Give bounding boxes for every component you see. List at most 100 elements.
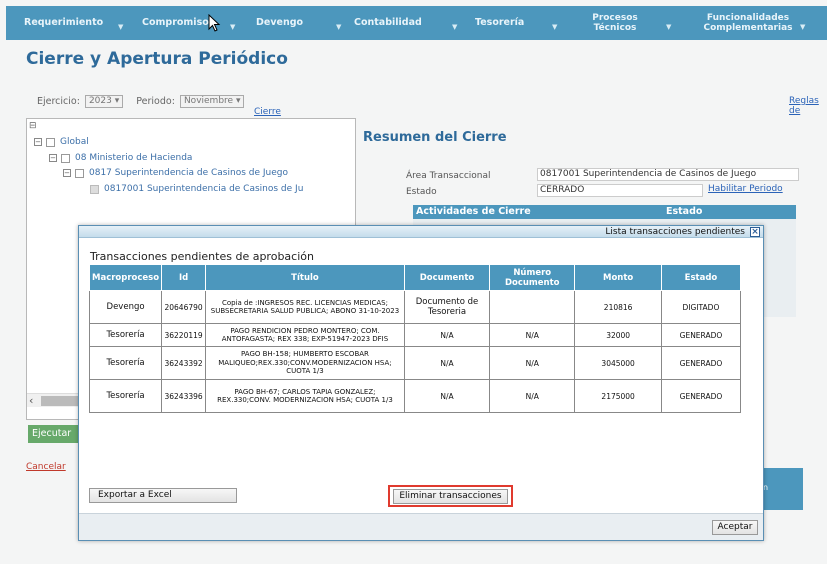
estado-label: Estado bbox=[406, 187, 437, 197]
column-header: Id bbox=[161, 264, 207, 291]
cell-monto: 32000 bbox=[574, 323, 662, 347]
chevron-down-icon: ▼ bbox=[336, 23, 342, 31]
ejercicio-label: Ejercicio: bbox=[37, 96, 80, 107]
cell-estado: GENERADO bbox=[660, 346, 742, 380]
checkbox[interactable] bbox=[61, 153, 70, 163]
cell-estado: GENERADO bbox=[660, 379, 742, 413]
cell-id: 36220119 bbox=[161, 323, 207, 347]
collapse-icon[interactable]: − bbox=[63, 169, 71, 177]
column-header: Monto bbox=[574, 264, 662, 291]
cell-id: 36243392 bbox=[161, 346, 207, 380]
scrollbar-thumb[interactable] bbox=[41, 396, 81, 406]
nav-compromiso[interactable]: Compromiso ▼ bbox=[134, 6, 246, 40]
cell-titulo: PAGO RENDICION PEDRO MONTERO; COM. ANTOF… bbox=[205, 323, 405, 347]
actividades-header: Actividades de Cierre bbox=[416, 206, 531, 217]
cell-macroproceso: Tesorería bbox=[88, 323, 163, 347]
cell-documento: N/A bbox=[403, 346, 491, 380]
cell-monto: 210816 bbox=[574, 290, 662, 324]
tree-item-global[interactable]: − Global bbox=[34, 137, 89, 147]
cell-macroproceso: Tesorería bbox=[88, 346, 163, 380]
delete-button-highlight: Eliminar transacciones bbox=[388, 485, 513, 507]
cell-estado: DIGITADO bbox=[660, 290, 742, 324]
cell-numero: N/A bbox=[489, 346, 576, 380]
chevron-down-icon: ▼ bbox=[230, 23, 236, 31]
ejercicio-select[interactable]: 2023 ▾ bbox=[84, 95, 124, 108]
dialog-heading: Transacciones pendientes de aprobación bbox=[90, 250, 314, 263]
estado-column-header: Estado bbox=[666, 206, 703, 217]
periodo-select[interactable]: Noviembre ▾ bbox=[179, 95, 245, 108]
cell-monto: 3045000 bbox=[574, 346, 662, 380]
export-excel-button[interactable]: Exportar a Excel bbox=[89, 488, 237, 503]
habilitar-periodo-link[interactable]: Habilitar Periodo bbox=[708, 184, 783, 194]
collapse-icon: ⊟ bbox=[29, 121, 37, 131]
transactions-table: Macroproceso Id Título Documento Número … bbox=[88, 264, 742, 413]
ejecutar-button[interactable]: Ejecutar bbox=[28, 425, 78, 443]
checkbox[interactable] bbox=[46, 137, 55, 147]
dialog-titlebar: Lista transacciones pendientes × bbox=[79, 226, 763, 238]
column-header: Estado bbox=[660, 264, 742, 291]
cell-monto: 2175000 bbox=[574, 379, 662, 413]
close-icon[interactable]: × bbox=[750, 227, 760, 237]
cell-documento: Documento de Tesoreria bbox=[403, 290, 491, 324]
cell-numero: N/A bbox=[489, 323, 576, 347]
accept-button[interactable]: Aceptar bbox=[712, 520, 758, 535]
chevron-down-icon: ▼ bbox=[666, 23, 672, 31]
nav-tesoreria[interactable]: Tesorería ▼ bbox=[470, 6, 570, 40]
mouse-cursor-icon bbox=[208, 14, 221, 32]
cell-estado: GENERADO bbox=[660, 323, 742, 347]
page-title: Cierre y Apertura Periódico bbox=[26, 49, 288, 69]
column-header: Macroproceso bbox=[88, 264, 163, 291]
scroll-left-icon[interactable]: ‹ bbox=[29, 394, 33, 407]
actividades-table-header: Actividades de Cierre Estado bbox=[413, 205, 796, 219]
tree-item-ministerio[interactable]: − 08 Ministerio de Hacienda bbox=[49, 153, 192, 163]
cierre-link[interactable]: Cierre bbox=[254, 107, 281, 117]
top-navigation: Requerimiento ▼ Compromiso ▼ Devengo ▼ C… bbox=[6, 0, 827, 40]
column-header: Documento bbox=[403, 264, 491, 291]
area-label: Área Transaccional bbox=[406, 171, 491, 181]
period-filters: Ejercicio: 2023 ▾ Periodo: Noviembre ▾ bbox=[37, 95, 254, 108]
cell-documento: N/A bbox=[403, 379, 491, 413]
cell-id: 20646790 bbox=[161, 290, 207, 324]
delete-transactions-button[interactable]: Eliminar transacciones bbox=[393, 489, 508, 504]
periodo-label: Periodo: bbox=[136, 96, 175, 107]
cell-numero: N/A bbox=[489, 379, 576, 413]
cell-numero bbox=[489, 290, 576, 324]
table-header-row: Macroproceso Id Título Documento Número … bbox=[88, 264, 742, 291]
nav-funcionalidades[interactable]: Funcionalidades Complementarias ▼ bbox=[682, 6, 812, 40]
table-row[interactable]: Devengo 20646790 Copia de :INGRESOS REC.… bbox=[88, 290, 742, 324]
chevron-down-icon: ▼ bbox=[118, 23, 124, 31]
column-header: Número Documento bbox=[489, 264, 576, 291]
checkbox[interactable] bbox=[90, 184, 99, 194]
table-row[interactable]: Tesorería 36220119 PAGO RENDICION PEDRO … bbox=[88, 323, 742, 347]
nav-contabilidad[interactable]: Contabilidad ▼ bbox=[354, 6, 470, 40]
collapse-icon[interactable]: − bbox=[49, 154, 57, 162]
cell-titulo: PAGO BH-67; CARLOS TAPIA GONZALEZ; REX.3… bbox=[205, 379, 405, 413]
resumen-title: Resumen del Cierre bbox=[363, 130, 507, 145]
nav-requerimiento[interactable]: Requerimiento ▼ bbox=[6, 6, 134, 40]
tree-item-superintendencia[interactable]: − 0817 Superintendencia de Casinos de Ju… bbox=[63, 168, 288, 178]
collapse-icon[interactable]: − bbox=[34, 138, 42, 146]
checkbox[interactable] bbox=[75, 168, 84, 178]
table-row[interactable]: Tesorería 36243396 PAGO BH-67; CARLOS TA… bbox=[88, 379, 742, 413]
cell-titulo: PAGO BH-158; HUMBERTO ESCOBAR MALIQUEO;R… bbox=[205, 346, 405, 380]
dialog-footer: Aceptar bbox=[79, 513, 763, 540]
cell-macroproceso: Tesorería bbox=[88, 379, 163, 413]
nav-devengo[interactable]: Devengo ▼ bbox=[246, 6, 354, 40]
cell-macroproceso: Devengo bbox=[88, 290, 163, 324]
cell-titulo: Copia de :INGRESOS REC. LICENCIAS MEDICA… bbox=[205, 290, 405, 324]
tree-item-area[interactable]: 0817001 Superintendencia de Casinos de J… bbox=[90, 184, 303, 194]
dialog-title: Lista transacciones pendientes bbox=[605, 227, 745, 237]
chevron-down-icon: ▼ bbox=[800, 23, 806, 31]
cell-documento: N/A bbox=[403, 323, 491, 347]
table-row[interactable]: Tesorería 36243392 PAGO BH-158; HUMBERTO… bbox=[88, 346, 742, 380]
tree-root-toggle[interactable]: ⊟ bbox=[29, 121, 37, 131]
reglas-link[interactable]: Reglas de bbox=[789, 96, 827, 116]
cancelar-link[interactable]: Cancelar bbox=[26, 462, 66, 472]
pending-transactions-dialog: Lista transacciones pendientes × Transac… bbox=[78, 225, 764, 541]
chevron-down-icon: ▼ bbox=[552, 23, 558, 31]
cell-id: 36243396 bbox=[161, 379, 207, 413]
column-header: Título bbox=[205, 264, 405, 291]
estado-value: CERRADO bbox=[537, 184, 703, 197]
nav-procesos-tecnicos[interactable]: Procesos Técnicos ▼ bbox=[570, 6, 682, 40]
area-value: 0817001 Superintendencia de Casinos de J… bbox=[537, 168, 799, 181]
